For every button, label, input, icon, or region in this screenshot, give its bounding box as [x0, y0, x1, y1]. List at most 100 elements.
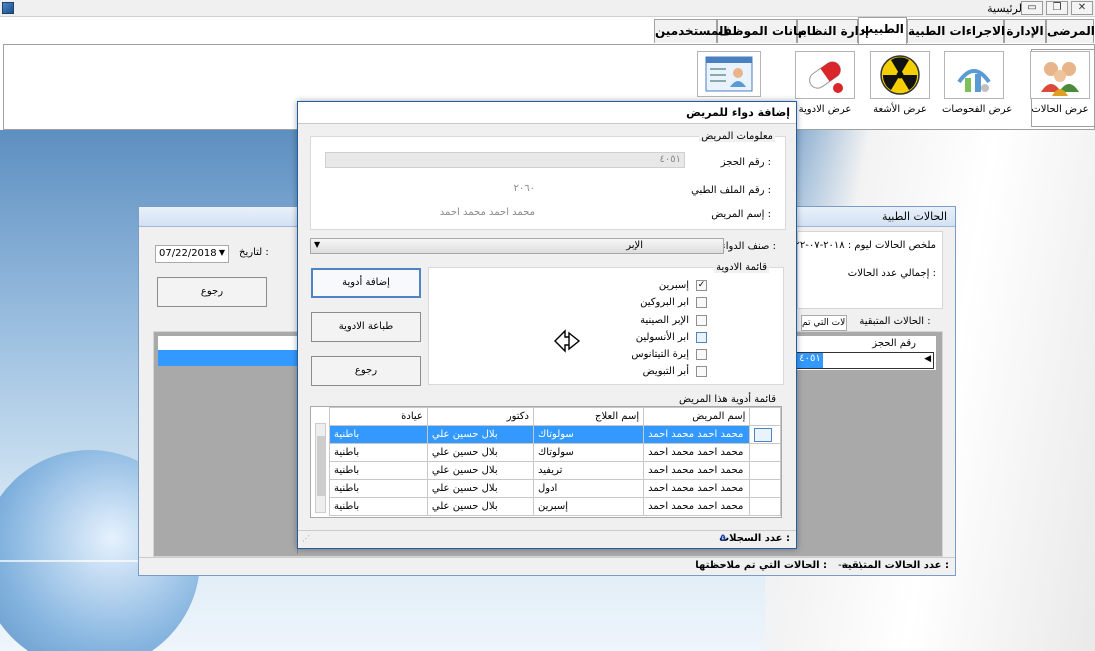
cell-doctor: بلال حسين علي [426, 461, 534, 480]
show-cases-button[interactable]: عرض الحالات [1028, 51, 1092, 115]
med-label-5: أبر التبويض [642, 366, 689, 377]
category-label: صنف الدواء : [721, 241, 776, 252]
col-selector [749, 407, 781, 426]
table-row[interactable]: باطنية بلال حسين علي سولوتاك محمد احمد م… [329, 425, 781, 444]
minimize-icon[interactable]: ▭ [1021, 1, 1043, 15]
check-icon: ✓ [697, 280, 706, 290]
cell-selector[interactable] [749, 425, 781, 444]
app-icon [2, 2, 14, 14]
row-selector-box [754, 427, 773, 442]
tab-remaining-cases[interactable]: الحالات المتبقية : [849, 315, 941, 331]
print-medicines-button[interactable]: طباعة الادوية [311, 312, 421, 342]
cases-right-grid: رقم الحجز ◀ ٤٠٥١ [796, 336, 936, 370]
scrollbar-thumb[interactable] [317, 436, 325, 496]
col-clinic: عيادة [329, 407, 428, 426]
cell-selector[interactable] [749, 461, 781, 480]
show-tests-label: عرض الفحوصات [942, 104, 1013, 115]
status-observed-value: ٠ [719, 560, 725, 571]
table-row[interactable]: باطنية بلال حسين علي سولوتاك محمد احمد م… [329, 443, 781, 462]
cell-treatment: سولوتاك [532, 443, 645, 462]
tab-patients[interactable]: المرضى [1046, 19, 1095, 43]
grid-vertical-scrollbar[interactable] [315, 423, 326, 513]
category-dropdown[interactable]: ▼ الإبر [310, 238, 724, 254]
cases-left-grid-selected-row[interactable] [158, 350, 298, 366]
med-checkbox-4[interactable] [696, 349, 707, 360]
date-picker[interactable]: 07/22/2018 ▼ [155, 245, 229, 263]
patient-medicines-group-label: قائمة أدوية هذا المريض [677, 394, 778, 405]
med-checkbox-3[interactable] [696, 332, 707, 343]
patients-group-icon [1030, 51, 1090, 99]
tab-administration[interactable]: الإدارة [1004, 19, 1046, 43]
patient-card-icon [697, 51, 761, 97]
med-label-2: الإبر الصينية [640, 315, 689, 326]
med-checkbox-5[interactable] [696, 366, 707, 377]
add-medicine-dialog: إضافة دواء للمريض معلومات المريض رقم الح… [297, 101, 797, 549]
med-checkbox-1[interactable] [696, 297, 707, 308]
window-title: الرئيسية [987, 2, 1025, 15]
grid-row-booking: ٤٠٥١ [797, 353, 823, 368]
patient-name-value: محمد احمد محمد احمد [439, 207, 535, 218]
file-number-value: ٢٠٦٠ [513, 183, 535, 194]
cell-patient-name: محمد احمد محمد احمد [643, 479, 751, 498]
col-patient-name: إسم المريض [643, 407, 751, 426]
radiation-icon [870, 51, 930, 99]
cell-doctor: بلال حسين علي [426, 479, 534, 498]
row-selector-icon: ◀ [924, 354, 931, 364]
add-medicines-button[interactable]: إضافة أدوية [311, 268, 421, 298]
pills-icon [795, 51, 855, 99]
modal-back-button[interactable]: رجوع [311, 356, 421, 386]
restore-icon[interactable]: ❐ [1046, 1, 1068, 15]
cell-treatment: تريفيد [532, 461, 645, 480]
cell-clinic: باطنية [329, 425, 428, 444]
cell-clinic: باطنية [329, 497, 428, 516]
med-checkbox-2[interactable] [696, 315, 707, 326]
patient-info-group: معلومات المريض رقم الحجز : ٤٠٥١ رقم المل… [310, 131, 786, 230]
cell-patient-name: محمد احمد محمد احمد [643, 461, 751, 480]
file-number-label: رقم الملف الطبي : [691, 185, 771, 196]
show-tests-button[interactable]: عرض الفحوصات [942, 51, 1013, 115]
cell-selector[interactable] [749, 443, 781, 462]
medicines-list-group-label: قائمة الادوية [714, 262, 769, 273]
show-medicines-button[interactable]: عرض الادوية [793, 51, 857, 115]
med-label-3: ابر الأنسولين [635, 332, 689, 343]
records-count-value: ٥ [719, 533, 726, 544]
tab-medical-procedures[interactable]: الاجراءات الطبية [907, 19, 1005, 43]
status-remaining-value: ١ [857, 560, 863, 571]
cell-selector[interactable] [749, 497, 781, 516]
cases-back-button[interactable]: رجوع [157, 277, 267, 307]
dialog-title: إضافة دواء للمريض [298, 102, 796, 124]
cell-clinic: باطنية [329, 479, 428, 498]
med-label-0: إسبرين [658, 280, 689, 291]
close-icon[interactable]: ✕ [1071, 1, 1093, 15]
cell-treatment: سولوتاك [532, 425, 645, 444]
cell-patient-name: محمد احمد محمد احمد [643, 497, 751, 516]
cases-grid-row[interactable]: ◀ ٤٠٥١ [796, 352, 934, 369]
main-titlebar: الرئيسية ✕ ❐ ▭ [0, 0, 1095, 17]
tab-employee-data[interactable]: بيانات الموظف [717, 19, 807, 43]
show-cases-label: عرض الحالات [1031, 104, 1089, 115]
grid-header-booking: رقم الحجز [872, 338, 916, 349]
med-label-4: إبرة التيتانوس [631, 349, 689, 360]
med-checkbox-0[interactable]: ✓ [696, 280, 707, 291]
cases-status-bar: عدد الحالات المتبقية : ١ --- الحالات الت… [139, 557, 955, 575]
booking-label: رقم الحجز : [720, 157, 771, 168]
table-row[interactable]: باطنية بلال حسين علي إسبرين محمد احمد مح… [329, 497, 781, 516]
table-row[interactable]: باطنية بلال حسين علي ادول محمد احمد محمد… [329, 479, 781, 498]
medicines-list-group: قائمة الادوية ✓ إسبرين ابر البروكين الإب… [428, 262, 784, 385]
tab-users[interactable]: المستخدمين [654, 19, 727, 43]
cell-clinic: باطنية [329, 443, 428, 462]
cell-doctor: بلال حسين علي [426, 425, 534, 444]
patient-card-button[interactable] [697, 51, 761, 97]
tab-observed-cases[interactable]: الحالات التي تم [801, 315, 847, 331]
cell-doctor: بلال حسين علي [426, 443, 534, 462]
booking-field[interactable]: ٤٠٥١ [325, 152, 685, 168]
cases-summary-panel: ملخص الحالات ليوم : ٢٠١٨-٠٧-٢٢ إجمالي عد… [794, 231, 943, 309]
col-doctor: دكتور [426, 407, 534, 426]
resize-grip-icon[interactable]: ⋰ [302, 534, 310, 543]
chevron-down-icon: ▼ [218, 248, 225, 257]
cell-selector[interactable] [749, 479, 781, 498]
med-label-1: ابر البروكين [640, 297, 689, 308]
medicines-table: عيادة دكتور إسم العلاج إسم المريض باطنية… [329, 407, 781, 516]
table-row[interactable]: باطنية بلال حسين علي تريفيد محمد احمد مح… [329, 461, 781, 480]
show-xrays-button[interactable]: عرض الأشعة [868, 51, 932, 115]
